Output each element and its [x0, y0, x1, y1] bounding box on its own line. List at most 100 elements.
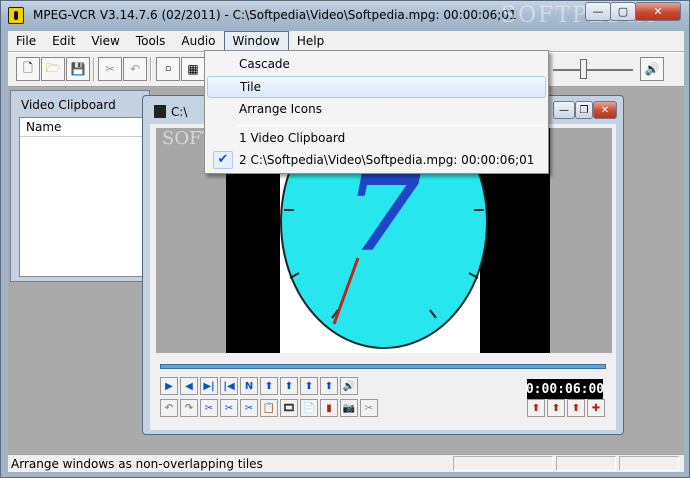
video-restore-button[interactable]: ❐: [575, 101, 593, 119]
menu-tools[interactable]: Tools: [128, 31, 174, 51]
camera-icon: 📷: [342, 402, 356, 414]
status-text: Arrange windows as non-overlapping tiles: [11, 457, 263, 471]
minimize-button[interactable]: —: [585, 2, 611, 21]
audio-settings-button[interactable]: 🔊: [640, 57, 664, 81]
menu-item-window-1[interactable]: 1 Video Clipboard: [207, 127, 546, 149]
previous-button[interactable]: |◀: [220, 377, 238, 395]
undo-icon: ↶: [129, 62, 141, 76]
cut-from-start-button[interactable]: ✂: [240, 399, 258, 417]
step-back-button[interactable]: ◀: [180, 377, 198, 395]
cut-icon: ✂: [104, 62, 116, 76]
play-icon: ▶: [165, 380, 173, 392]
maximize-icon: ▢: [617, 5, 629, 18]
save-button[interactable]: 💾: [66, 57, 90, 81]
volume-slider-thumb[interactable]: [580, 59, 587, 79]
redo-edit-button[interactable]: ↷: [180, 399, 198, 417]
arrow-up-icon: ⬆: [551, 402, 561, 414]
arrow-up-icon: ⬆: [324, 380, 334, 392]
database-icon: ▮: [326, 402, 332, 414]
paste-icon: 📄: [302, 402, 316, 414]
menu-item-tile[interactable]: Tile: [207, 76, 546, 98]
video-minimize-button[interactable]: —: [553, 101, 575, 119]
undo-icon: ↶: [164, 402, 174, 414]
status-panel: [619, 456, 679, 471]
arrow-up-icon: ⬆: [264, 380, 274, 392]
toolbar-separator: [150, 57, 152, 81]
grid-button[interactable]: ▦: [181, 57, 205, 81]
save-icon: 💾: [70, 62, 86, 76]
go-mark-in-button[interactable]: ⬆: [527, 399, 545, 417]
title-bar[interactable]: MPEG-VCR V3.14.7.6 (02/2011) - C:\Softpe…: [1, 1, 689, 30]
menu-window[interactable]: Window: [223, 31, 289, 51]
close-button[interactable]: ✕: [635, 2, 681, 21]
window-menu-dropdown: Cascade Tile Arrange Icons 1 Video Clipb…: [204, 50, 549, 174]
menu-edit[interactable]: Edit: [44, 31, 83, 51]
jump-button[interactable]: ⬆: [320, 377, 338, 395]
play-button[interactable]: ▶: [160, 377, 178, 395]
go-mark-button[interactable]: ⬆: [567, 399, 585, 417]
toolbar-separator: [93, 57, 95, 81]
menu-item-cascade[interactable]: Cascade: [207, 53, 546, 75]
main-window: MPEG-VCR V3.14.7.6 (02/2011) - C:\Softpe…: [0, 0, 690, 478]
mark-in-button[interactable]: ⬆: [260, 377, 278, 395]
go-mark-out-button[interactable]: ⬆: [547, 399, 565, 417]
undo-edit-button[interactable]: ↶: [160, 399, 178, 417]
copy-frame-button[interactable]: 📋: [260, 399, 278, 417]
menu-view[interactable]: View: [83, 31, 127, 51]
new-file-icon: 🗋: [23, 60, 33, 75]
app-icon[interactable]: [8, 7, 24, 24]
menu-item-arrange-icons[interactable]: Arrange Icons: [207, 98, 546, 120]
frame-icon: ▫: [164, 64, 172, 74]
video-window-title: C:\: [171, 105, 188, 119]
delete-marker-icon: ✚: [591, 402, 601, 414]
checkmark-icon: ✔: [213, 151, 233, 169]
close-icon: ✕: [600, 104, 610, 116]
menu-audio[interactable]: Audio: [173, 31, 223, 51]
arrow-up-icon: ⬆: [531, 402, 541, 414]
open-folder-icon: 🗁: [45, 60, 61, 75]
status-bar: Arrange windows as non-overlapping tiles: [8, 454, 684, 472]
volume-slider-track[interactable]: [553, 69, 633, 71]
position-slider[interactable]: [160, 364, 606, 369]
menu-item-window-2[interactable]: ✔ 2 C:\Softpedia\Video\Softpedia.mpg: 00…: [207, 149, 546, 171]
scissors-icon: ✂: [364, 402, 374, 414]
time-display: 0:00:06:00: [526, 379, 604, 399]
undo-button[interactable]: ↶: [123, 57, 147, 81]
window-title: MPEG-VCR V3.14.7.6 (02/2011) - C:\Softpe…: [33, 8, 517, 22]
film-icon: [154, 105, 166, 118]
scissors-icon: ✂: [244, 402, 254, 414]
next-button[interactable]: ▶|: [200, 377, 218, 395]
maximize-button[interactable]: ▢: [610, 2, 636, 21]
cut-button[interactable]: ✂: [98, 57, 122, 81]
record-button[interactable]: ▮: [320, 399, 338, 417]
menu-file[interactable]: File: [8, 31, 44, 51]
audio-toggle-button[interactable]: 🔊: [340, 377, 358, 395]
speaker-icon: 🔊: [342, 380, 356, 392]
menu-help[interactable]: Help: [289, 31, 332, 51]
delete-mark-button[interactable]: ✚: [587, 399, 605, 417]
n-button[interactable]: N: [240, 377, 258, 395]
video-close-button[interactable]: ✕: [593, 101, 617, 119]
scissors-icon: ✂: [224, 402, 234, 414]
snapshot-button[interactable]: 📷: [340, 399, 358, 417]
cut-segment-button[interactable]: ✂: [200, 399, 218, 417]
minimize-icon: —: [559, 104, 569, 116]
arrow-up-icon: ⬆: [304, 380, 314, 392]
clipboard-icon: 📋: [262, 402, 276, 414]
open-button[interactable]: 🗁: [41, 57, 65, 81]
film-button[interactable]: 🎞: [280, 399, 298, 417]
skip-forward-icon: ▶|: [203, 380, 215, 392]
close-icon: ✕: [653, 5, 663, 18]
split-button[interactable]: ✂: [360, 399, 378, 417]
scissors-icon: ✂: [204, 402, 214, 414]
column-header-name[interactable]: Name: [20, 118, 142, 137]
frame-button[interactable]: ▫: [156, 57, 180, 81]
mark-out-button[interactable]: ⬆: [280, 377, 298, 395]
clipboard-list[interactable]: Name: [19, 117, 143, 277]
mark-button[interactable]: ⬆: [300, 377, 318, 395]
skip-back-icon: |◀: [223, 380, 235, 392]
paste-button[interactable]: 📄: [300, 399, 318, 417]
cut-to-end-button[interactable]: ✂: [220, 399, 238, 417]
new-button[interactable]: 🗋: [16, 57, 40, 81]
video-clipboard-window[interactable]: Video Clipboard Name: [10, 90, 150, 282]
